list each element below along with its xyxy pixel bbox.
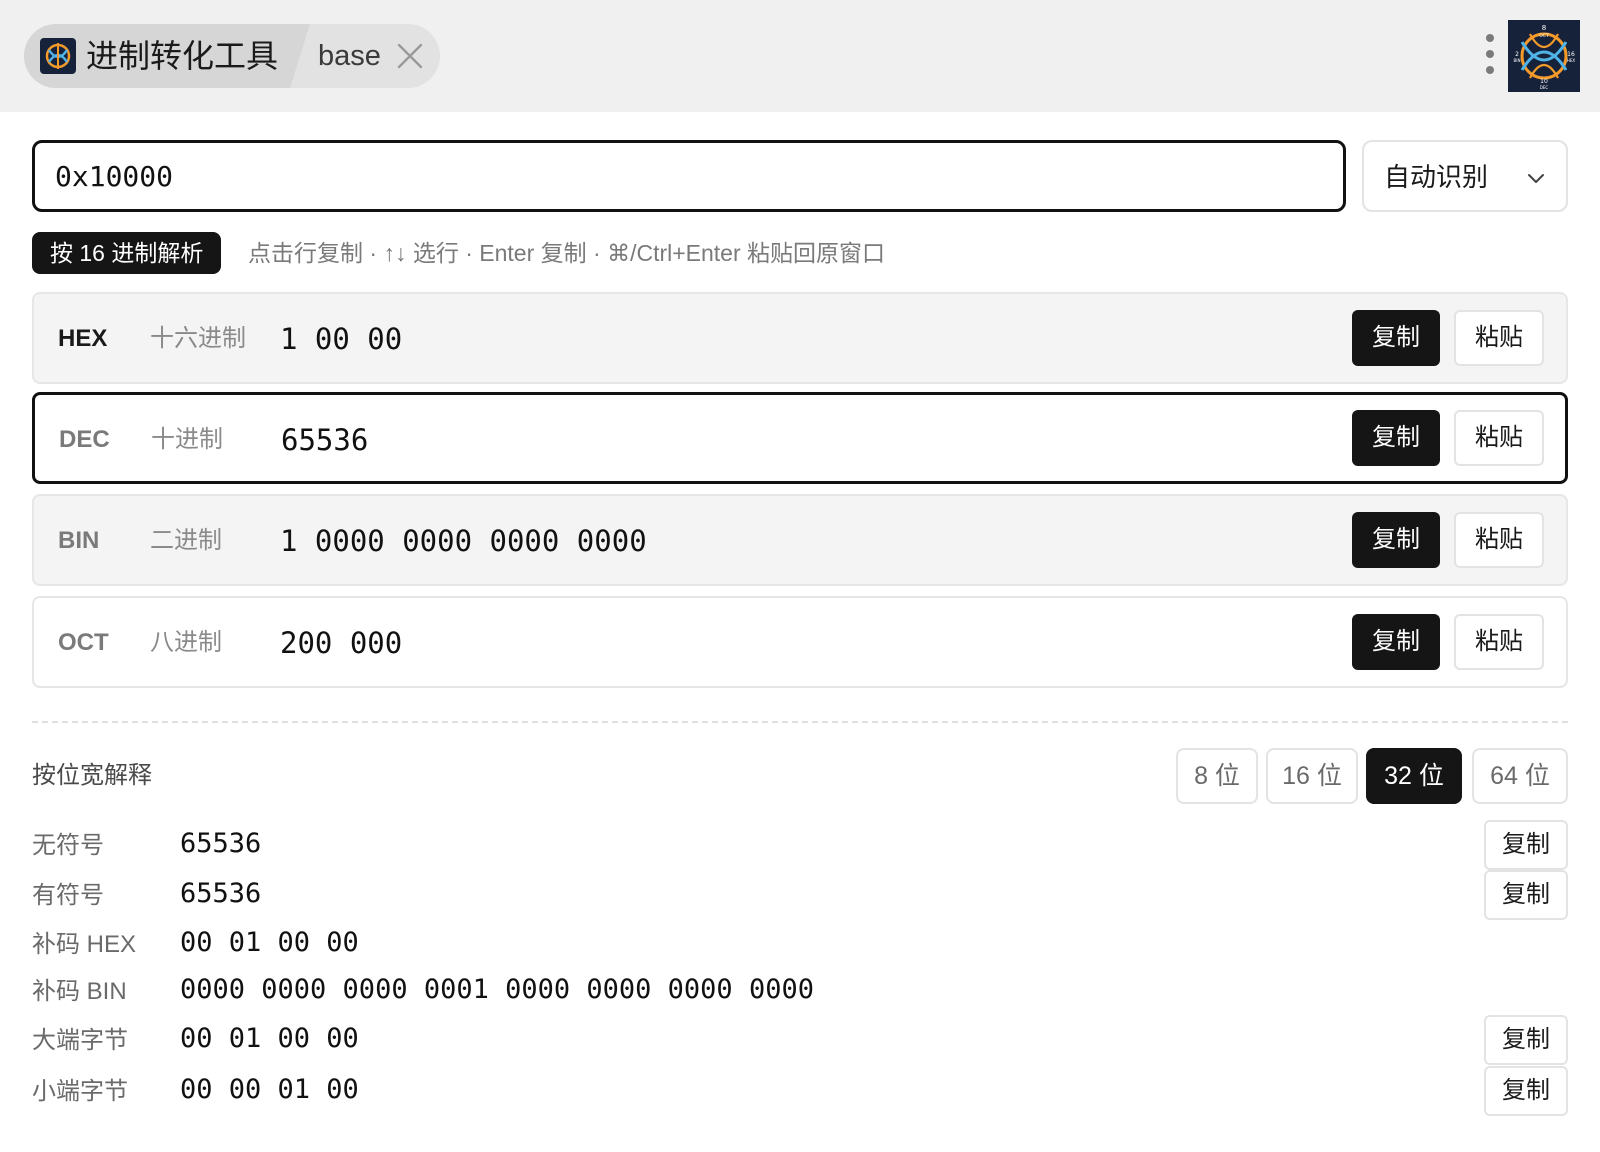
radix-mode-label: 自动识别: [1384, 162, 1489, 192]
interpretation-value: 00 01 00 00: [180, 1023, 359, 1054]
interpretation-row-twos-bin: 补码 BIN 0000 0000 0000 0001 0000 0000 000…: [32, 968, 1568, 1016]
chevron-down-icon: [1528, 174, 1544, 183]
radix-code: BIN: [58, 527, 100, 554]
bitwidth-option-32[interactable]: 32 位: [1366, 748, 1462, 804]
radix-name: 八进制: [150, 629, 222, 656]
radix-value: 200 000: [280, 626, 403, 660]
paste-button[interactable]: 粘贴: [1454, 310, 1544, 366]
copy-button[interactable]: 复制: [1484, 820, 1568, 870]
interpretation-label: 有符号: [32, 882, 104, 909]
interpretation-row-unsigned: 无符号 65536 复制: [32, 820, 1568, 870]
radix-name: 十进制: [151, 426, 223, 453]
logo-label-bottom: 10: [1540, 78, 1548, 85]
interpretation-label: 无符号: [32, 832, 104, 859]
tab-subtitle[interactable]: base: [318, 38, 381, 74]
interpretation-label: 小端字节: [32, 1078, 128, 1105]
interpretation-row-signed: 有符号 65536 复制: [32, 870, 1568, 920]
interpretation-label: 大端字节: [32, 1027, 128, 1054]
radix-value: 1 00 00: [280, 322, 403, 356]
interpretation-value: 00 00 01 00: [180, 1074, 359, 1105]
copy-button[interactable]: 复制: [1484, 870, 1568, 920]
detected-radix-badge: 按 16 进制解析: [32, 232, 222, 274]
copy-button[interactable]: 复制: [1352, 310, 1440, 366]
interpretation-row-little-endian: 小端字节 00 00 01 00 复制: [32, 1066, 1568, 1116]
number-input[interactable]: [32, 140, 1346, 212]
bitwidth-option-8[interactable]: 8 位: [1176, 748, 1258, 804]
interpretation-value: 65536: [180, 878, 262, 909]
interpretation-value: 0000 0000 0000 0001 0000 0000 0000 0000: [180, 974, 814, 1005]
result-row-bin[interactable]: BIN 二进制 1 0000 0000 0000 0000 复制 粘贴: [32, 494, 1568, 586]
tab-strip: 进制转化工具 base: [24, 24, 440, 88]
radix-code: OCT: [58, 629, 109, 656]
bitwidth-option-64[interactable]: 64 位: [1472, 748, 1568, 804]
interpretation-value: 65536: [180, 828, 262, 859]
copy-button[interactable]: 复制: [1352, 410, 1440, 466]
result-row-oct[interactable]: OCT 八进制 200 000 复制 粘贴: [32, 596, 1568, 688]
paste-button[interactable]: 粘贴: [1454, 410, 1544, 466]
paste-button[interactable]: 粘贴: [1454, 614, 1544, 670]
more-vertical-icon[interactable]: [1482, 34, 1498, 78]
paste-button[interactable]: 粘贴: [1454, 512, 1544, 568]
radix-code: DEC: [59, 426, 110, 453]
logo-label-left-sub: BIN: [1514, 58, 1521, 63]
title-bar: 进制转化工具 base 8 OCT 2 BIN 16 HEX 10 DEC: [0, 0, 1600, 112]
logo-label-bottom-sub: DEC: [1540, 85, 1549, 90]
logo-label-right: 16: [1567, 51, 1575, 58]
copy-button[interactable]: 复制: [1352, 614, 1440, 670]
section-divider: [32, 721, 1568, 723]
logo-label-right-sub: HEX: [1567, 58, 1576, 63]
keyboard-hint: 点击行复制 · ↑↓ 选行 · Enter 复制 · ⌘/Ctrl+Enter …: [248, 240, 886, 266]
result-row-dec[interactable]: DEC 十进制 65536 复制 粘贴: [32, 392, 1568, 484]
logo-label-top: 8: [1542, 24, 1546, 32]
radix-value: 65536: [281, 423, 369, 457]
logo-label-top-sub: OCT: [1539, 33, 1549, 39]
copy-button[interactable]: 复制: [1352, 512, 1440, 568]
plugin-logo-icon[interactable]: 8 OCT 2 BIN 16 HEX 10 DEC: [1508, 20, 1580, 92]
radix-name: 二进制: [150, 527, 222, 554]
bitwidth-option-16[interactable]: 16 位: [1266, 748, 1358, 804]
radix-name: 十六进制: [150, 325, 246, 352]
interpretation-label: 补码 BIN: [32, 978, 127, 1005]
copy-button[interactable]: 复制: [1484, 1066, 1568, 1116]
interpretation-row-big-endian: 大端字节 00 01 00 00 复制: [32, 1015, 1568, 1065]
app-logo-icon: [40, 38, 76, 74]
logo-label-left: 2: [1515, 51, 1519, 58]
interpretation-row-twos-hex: 补码 HEX 00 01 00 00: [32, 921, 1568, 969]
close-icon[interactable]: [396, 42, 424, 70]
interpretation-label: 补码 HEX: [32, 931, 137, 958]
tab-title[interactable]: 进制转化工具: [86, 36, 278, 76]
result-row-hex[interactable]: HEX 十六进制 1 00 00 复制 粘贴: [32, 292, 1568, 384]
radix-value: 1 0000 0000 0000 0000: [280, 524, 647, 558]
radix-mode-select[interactable]: 自动识别: [1362, 140, 1568, 212]
interpretation-value: 00 01 00 00: [180, 927, 359, 958]
bitwidth-title: 按位宽解释: [32, 762, 152, 789]
radix-code: HEX: [58, 325, 108, 352]
copy-button[interactable]: 复制: [1484, 1015, 1568, 1065]
